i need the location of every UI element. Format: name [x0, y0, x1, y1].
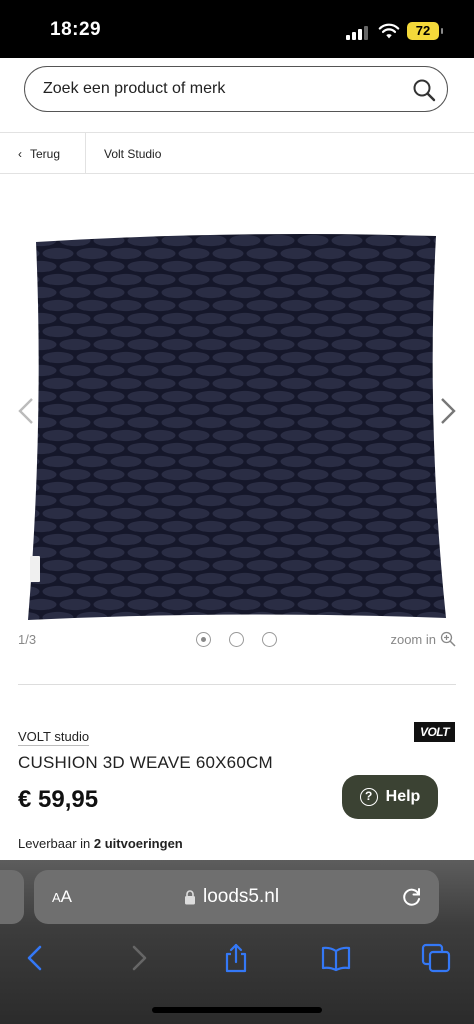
- brand-breadcrumb-link[interactable]: Volt Studio: [104, 147, 161, 161]
- status-time: 18:29: [50, 19, 102, 40]
- availability-text: Leverbaar in 2 uitvoeringen: [18, 836, 183, 851]
- question-icon: ?: [359, 788, 378, 806]
- home-indicator: [152, 1007, 322, 1013]
- brand-logo: VOLT: [414, 722, 455, 742]
- variants-link[interactable]: 2 uitvoeringen: [94, 836, 183, 851]
- battery-icon: 72: [407, 22, 443, 40]
- product-brand-link[interactable]: VOLT studio: [18, 729, 90, 746]
- availability-prefix: Leverbaar in: [18, 836, 94, 851]
- breadcrumb: ‹ Terug Volt Studio: [0, 132, 474, 174]
- image-counter: 1/3: [18, 632, 37, 647]
- address-bar[interactable]: AA loods5.nl: [34, 870, 439, 924]
- help-label: Help: [385, 788, 421, 805]
- chevron-left-icon: ‹: [18, 146, 22, 161]
- back-label: Terug: [30, 146, 61, 161]
- reader-settings-button[interactable]: AA: [52, 887, 72, 907]
- zoom-in-icon: [440, 631, 456, 647]
- back-chevron-icon[interactable]: [20, 942, 52, 974]
- help-button[interactable]: ? Help: [342, 775, 438, 819]
- share-icon[interactable]: [220, 942, 252, 974]
- product-price: € 59,95: [18, 786, 99, 813]
- product-gallery[interactable]: [0, 176, 474, 624]
- zoom-in-button[interactable]: zoom in: [390, 631, 456, 647]
- search-bar[interactable]: [24, 66, 448, 112]
- zoom-label: zoom in: [390, 631, 436, 647]
- gallery-dot[interactable]: [196, 632, 211, 647]
- gallery-dots: [196, 632, 277, 647]
- browser-chrome: AA loods5.nl: [0, 860, 474, 1024]
- signal-icon: [346, 24, 372, 40]
- gallery-dot[interactable]: [262, 632, 277, 647]
- aa-large: A: [60, 887, 73, 906]
- gallery-dot[interactable]: [229, 632, 244, 647]
- reload-icon[interactable]: [401, 886, 423, 908]
- forward-chevron-icon[interactable]: [122, 942, 154, 974]
- previous-image-arrow[interactable]: [14, 396, 38, 426]
- divider: [18, 684, 456, 685]
- gallery-pager: 1/3 zoom in: [0, 628, 474, 652]
- status-bar: 18:29 72: [0, 0, 474, 58]
- tabs-icon[interactable]: [420, 942, 452, 974]
- browser-toolbar: [0, 936, 474, 980]
- search-input[interactable]: [43, 78, 383, 100]
- product-image[interactable]: [24, 234, 448, 622]
- url-display[interactable]: loods5.nl: [184, 886, 279, 908]
- aa-small: A: [52, 890, 61, 905]
- bookmarks-icon[interactable]: [320, 942, 352, 974]
- previous-tab[interactable]: [0, 870, 24, 924]
- product-title: CUSHION 3D WEAVE 60X60CM: [18, 753, 273, 772]
- search-icon[interactable]: [411, 77, 437, 103]
- lock-icon: [185, 889, 195, 904]
- next-image-arrow[interactable]: [436, 396, 460, 426]
- url-text: loods5.nl: [203, 886, 280, 907]
- back-button[interactable]: ‹ Terug: [0, 133, 86, 174]
- wifi-icon: [378, 23, 400, 39]
